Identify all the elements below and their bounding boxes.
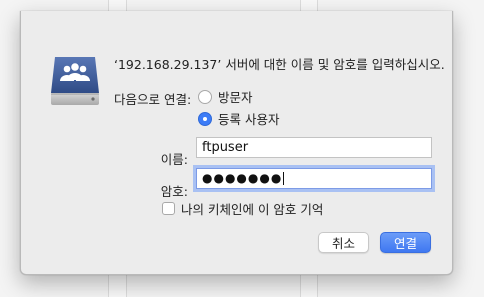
radio-guest[interactable]: 방문자 <box>198 87 253 106</box>
server-login-dialog: ‘192.168.29.137’ 서버에 대한 이름 및 암호를 입력하십시오.… <box>20 11 453 275</box>
password-field-value: ●●●●●●● <box>202 171 283 185</box>
password-field[interactable]: ●●●●●●● <box>196 168 432 189</box>
text-caret <box>283 172 285 185</box>
network-server-users-icon <box>47 53 103 109</box>
remember-keychain-label: 나의 키체인에 이 암호 기억 <box>181 202 324 217</box>
radio-registered-user-label: 등록 사용자 <box>218 112 280 127</box>
name-field[interactable]: ftpuser <box>196 137 432 158</box>
radio-registered-user[interactable]: 등록 사용자 <box>198 109 279 128</box>
radio-button-selected[interactable] <box>198 111 212 126</box>
dialog-message: ‘192.168.29.137’ 서버에 대한 이름 및 암호를 입력하십시오. <box>114 57 445 72</box>
radio-guest-label: 방문자 <box>218 90 253 105</box>
radio-button-unselected[interactable] <box>198 89 212 104</box>
connect-button[interactable]: 연결 <box>380 232 431 253</box>
remember-keychain-option[interactable]: 나의 키체인에 이 암호 기억 <box>162 199 323 218</box>
connect-as-label: 다음으로 연결: <box>114 92 192 107</box>
remember-keychain-checkbox[interactable] <box>162 202 175 215</box>
name-field-value: ftpuser <box>202 140 249 155</box>
password-label: 암호: <box>160 184 188 199</box>
name-label: 이름: <box>160 152 188 167</box>
cancel-button[interactable]: 취소 <box>318 232 369 253</box>
